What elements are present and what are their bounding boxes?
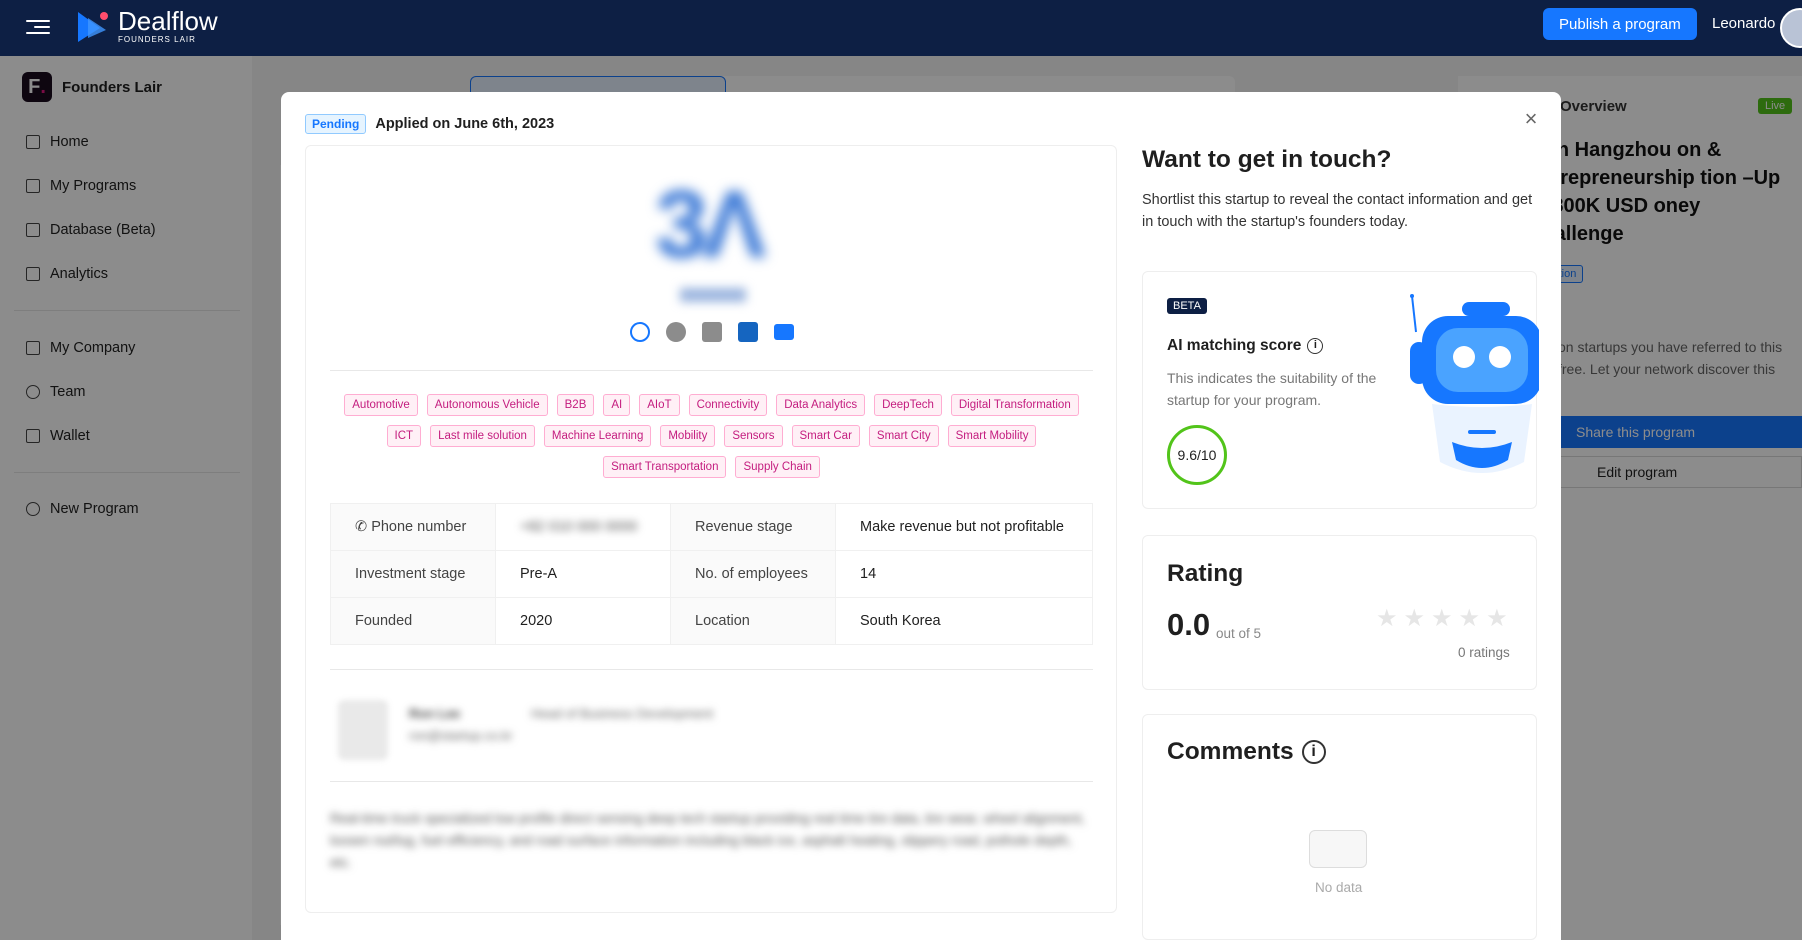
rating-count: 0 ratings <box>1458 645 1510 660</box>
website-icon[interactable] <box>630 322 650 342</box>
application-status: Pending Applied on June 6th, 2023 <box>305 114 554 134</box>
founder-role-hidden: Head of Business Development <box>531 706 714 721</box>
industry-tag: ICT <box>386 425 422 447</box>
industry-tag: Automotive <box>344 394 418 416</box>
close-icon[interactable]: × <box>1521 108 1541 130</box>
app-name: Dealflow <box>118 6 218 36</box>
robot-icon <box>1404 292 1542 492</box>
revenue-stage-value: Make revenue but not profitable <box>835 503 1093 551</box>
ai-score-description: This indicates the suitability of the st… <box>1167 370 1377 408</box>
beta-badge: BETA <box>1167 298 1207 314</box>
user-name[interactable]: Leonardo <box>1712 15 1775 32</box>
status-badge: Pending <box>305 114 367 134</box>
email-icon[interactable] <box>774 324 794 340</box>
industry-tag: Autonomous Vehicle <box>426 394 548 416</box>
phone-label: ✆ Phone number <box>330 503 496 551</box>
star-icon[interactable]: ★ <box>1486 604 1508 633</box>
star-icon[interactable]: ★ <box>1404 604 1426 633</box>
industry-tag: B2B <box>556 394 595 416</box>
star-rating-input[interactable]: ★ ★ ★ ★ ★ <box>1376 604 1508 633</box>
startup-info-table: ✆ Phone number +82 010 000 0000 Revenue … <box>330 503 1093 645</box>
rating-out-of: out of 5 <box>1216 626 1262 641</box>
industry-tag: Supply Chain <box>735 456 820 478</box>
publish-program-button[interactable]: Publish a program <box>1543 8 1697 40</box>
industry-tag: Data Analytics <box>776 394 866 416</box>
investment-stage-value: Pre-A <box>495 550 671 598</box>
founder-email-hidden: ron@startup.co.kr <box>409 728 513 743</box>
founded-value: 2020 <box>495 597 671 645</box>
linkedin-icon[interactable] <box>738 322 758 342</box>
empty-inbox-icon <box>1309 830 1367 868</box>
divider <box>330 370 1093 371</box>
top-bar: Dealflow FOUNDERS LAIR Publish a program… <box>0 0 1802 56</box>
industry-tag: Mobility <box>660 425 716 447</box>
industry-tags: Automotive Autonomous Vehicle B2B AI AIoT Con… <box>330 394 1093 478</box>
industry-tag: AI <box>603 394 631 416</box>
employees-value: 14 <box>835 550 1093 598</box>
employees-label: No. of employees <box>670 550 836 598</box>
comments-title: Comments i <box>1167 738 1326 766</box>
social-links <box>630 322 794 342</box>
star-icon[interactable]: ★ <box>1376 604 1398 633</box>
ai-score-title: AI matching score i <box>1167 337 1324 355</box>
facebook-icon[interactable] <box>702 322 722 342</box>
investment-stage-label: Investment stage <box>330 550 496 598</box>
empty-state-text: No data <box>1315 880 1363 895</box>
industry-tag: Smart Car <box>791 425 860 447</box>
info-icon[interactable]: i <box>1307 338 1324 354</box>
industry-tag: Last mile solution <box>430 425 535 447</box>
industry-tag: Smart Transportation <box>603 456 727 478</box>
industry-tag: DeepTech <box>874 394 942 416</box>
ai-score-value: 9.6/10 <box>1167 425 1227 485</box>
info-icon[interactable]: i <box>1301 740 1326 764</box>
startup-logo-wordmark <box>680 288 746 302</box>
menu-toggle-icon[interactable] <box>26 16 50 38</box>
founded-label: Founded <box>330 597 496 645</box>
location-value: South Korea <box>835 597 1093 645</box>
star-icon[interactable]: ★ <box>1459 604 1481 633</box>
brand[interactable]: Dealflow FOUNDERS LAIR <box>76 8 218 44</box>
phone-value-hidden: +82 010 000 0000 <box>520 519 638 535</box>
founder-avatar <box>338 700 388 760</box>
industry-tag: AIoT <box>639 394 680 416</box>
twitter-icon[interactable] <box>666 322 686 342</box>
dealflow-logo-icon <box>76 8 112 44</box>
contact-description: Shortlist this startup to reveal the con… <box>1142 192 1533 230</box>
industry-tag: Sensors <box>724 425 783 447</box>
star-icon[interactable]: ★ <box>1431 604 1453 633</box>
revenue-stage-label: Revenue stage <box>670 503 836 551</box>
industry-tag: Smart City <box>868 425 939 447</box>
industry-tag: Machine Learning <box>543 425 652 447</box>
applied-date: Applied on June 6th, 2023 <box>375 116 555 132</box>
app-tagline: FOUNDERS LAIR <box>118 35 196 44</box>
divider <box>330 781 1093 782</box>
avatar[interactable] <box>1780 8 1802 48</box>
contact-title: Want to get in touch? <box>1142 146 1392 173</box>
industry-tag: Digital Transformation <box>950 394 1079 416</box>
location-label: Location <box>670 597 836 645</box>
startup-logo: 3Λ <box>655 171 766 278</box>
industry-tag: Smart Mobility <box>947 425 1037 447</box>
rating-title: Rating <box>1167 560 1244 587</box>
industry-tag: Connectivity <box>688 394 768 416</box>
divider <box>330 669 1093 670</box>
founder-name-hidden: Ron Lee <box>409 706 461 721</box>
rating-value: 0.0 <box>1167 607 1211 642</box>
startup-description-hidden: Real-time truck specialized low profile … <box>330 811 1085 870</box>
